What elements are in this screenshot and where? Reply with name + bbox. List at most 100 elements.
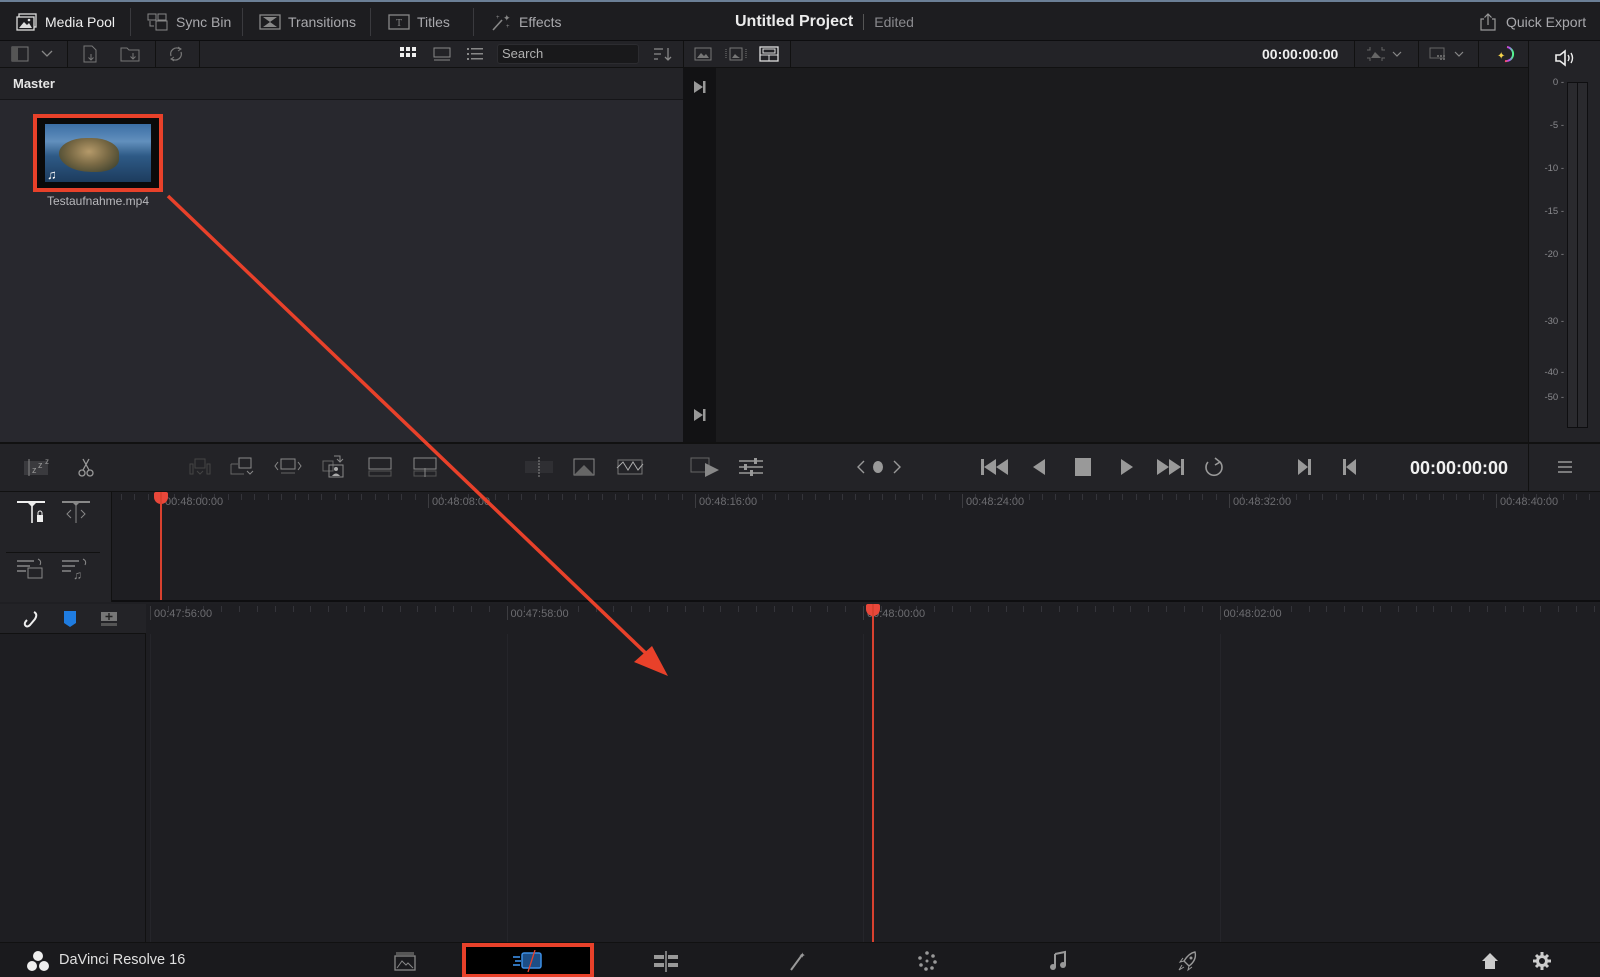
clip-thumbnail[interactable]: ♫ (33, 114, 163, 192)
safe-area-button[interactable] (723, 41, 749, 67)
split-clip-button[interactable] (71, 452, 101, 482)
page-media[interactable] (385, 943, 425, 977)
audio-only-button[interactable] (16, 558, 46, 580)
list-view-button[interactable] (463, 41, 487, 67)
tab-transitions[interactable]: Transitions (259, 2, 356, 41)
go-to-end-button-lower[interactable] (693, 408, 707, 422)
go-to-end-transport-button[interactable] (1155, 452, 1185, 482)
page-deliver[interactable] (1168, 943, 1208, 977)
ruler-minor-tick (417, 606, 419, 612)
ruler-minor-tick (267, 494, 269, 500)
panel-layout-button[interactable] (8, 41, 32, 67)
tab-sync-bin[interactable]: Sync Bin (147, 2, 231, 41)
skip-end-icon (694, 81, 706, 93)
trim-button[interactable] (61, 500, 91, 524)
stop-button[interactable] (1068, 452, 1098, 482)
playback-source-button[interactable] (688, 452, 724, 482)
snapping-button[interactable] (22, 610, 40, 628)
close-up-icon (322, 455, 344, 478)
close-up-button[interactable] (320, 452, 350, 482)
source-viewer-button[interactable] (692, 41, 714, 67)
meter-tick-label: -30 - (1544, 316, 1564, 327)
page-fairlight[interactable] (1038, 943, 1078, 977)
ripple-overwrite-button[interactable] (273, 452, 303, 482)
upper-timeline[interactable]: 00:48:00:00 00:48:08:00 00:48:16:00 00:48:2… (112, 492, 1600, 602)
place-on-top-button[interactable] (365, 452, 395, 482)
play-reverse-button[interactable] (1024, 452, 1054, 482)
image-icon (694, 47, 712, 61)
mark-out-button[interactable] (1334, 452, 1364, 482)
mark-in-button[interactable] (1290, 452, 1320, 482)
quick-export-button[interactable]: Quick Export (1477, 2, 1586, 41)
import-media-button[interactable] (78, 41, 102, 67)
ruler-minor-tick (387, 494, 389, 500)
append-button[interactable] (228, 452, 258, 482)
ruler-minor-tick (1576, 494, 1578, 500)
page-fusion[interactable]: ✦ (777, 943, 817, 977)
ruler-minor-tick (1130, 606, 1132, 612)
source-overwrite-button[interactable] (410, 452, 440, 482)
playhead-line[interactable] (872, 604, 874, 942)
go-to-end-button[interactable] (693, 80, 707, 94)
zoom-fit-dropdown[interactable] (1362, 41, 1410, 67)
tab-effects[interactable]: ✦ + + Effects (490, 2, 562, 41)
ruler-minor-tick (649, 606, 651, 612)
video-only-button[interactable]: ♫ (61, 558, 91, 580)
ruler-major-tick (1496, 494, 1497, 508)
tab-titles[interactable]: T Titles (388, 2, 450, 41)
smart-insert-button[interactable] (185, 452, 215, 482)
media-clip[interactable]: ♫ Testaufnahme.mp4 (33, 114, 163, 208)
ruler-minor-tick (588, 494, 590, 500)
sort-button[interactable] (651, 41, 675, 67)
flag-button[interactable] (63, 610, 77, 628)
options-menu-button[interactable] (1550, 452, 1580, 482)
search-input[interactable]: Search (497, 44, 639, 64)
audio-settings-button[interactable] (736, 452, 766, 482)
go-to-start-button[interactable] (980, 452, 1010, 482)
meter-tick-label: 0 - (1552, 77, 1564, 88)
bin-name[interactable]: Master (13, 76, 55, 91)
filmstrip-view-button[interactable] (430, 41, 454, 67)
page-edit[interactable] (646, 943, 686, 977)
loop-button[interactable] (1199, 452, 1229, 482)
smooth-cut-button[interactable] (615, 452, 645, 482)
ruler-minor-tick (574, 494, 576, 500)
viewer-layout-icon (759, 46, 779, 62)
lower-timeline[interactable]: 00:47:56:00 00:47:58:00 00:48:00:00 00:48:0… (146, 604, 1600, 942)
home-button[interactable] (1470, 943, 1510, 977)
volume-button[interactable] (1554, 49, 1576, 67)
ruler-minor-tick (1486, 606, 1488, 612)
next-keyframe-button[interactable] (888, 452, 906, 482)
display-mode-dropdown[interactable] (1424, 41, 1472, 67)
smart-reframe-button[interactable]: ✦ (1494, 41, 1520, 67)
tab-label: Sync Bin (176, 13, 232, 30)
color-page-icon (918, 950, 937, 971)
ruler-minor-tick (346, 606, 348, 612)
ruler-minor-tick (281, 494, 283, 500)
viewer-layout-button[interactable] (756, 41, 782, 67)
play-button[interactable] (1112, 452, 1142, 482)
timeline-gridline (150, 634, 151, 942)
edit-page-icon (654, 950, 678, 972)
smart-indicator-button[interactable]: zzz (22, 452, 56, 482)
panel-layout-dropdown[interactable] (38, 41, 56, 67)
grid-view-button[interactable] (396, 41, 420, 67)
settings-button[interactable] (1522, 943, 1562, 977)
tab-media-pool[interactable]: Media Pool (16, 2, 115, 41)
timeline-viewer[interactable] (716, 68, 1528, 442)
viewer-timecode: 00:00:00:00 (1262, 46, 1339, 62)
import-folder-button[interactable] (118, 41, 142, 67)
media-pool-area[interactable]: ♫ Testaufnahme.mp4 (0, 100, 683, 442)
cut-transition-button[interactable] (524, 452, 554, 482)
page-color[interactable] (907, 943, 947, 977)
keyframe-button[interactable] (868, 452, 888, 482)
svg-text:z: z (38, 460, 43, 470)
titles-icon: T (388, 13, 410, 31)
dissolve-button[interactable] (569, 452, 599, 482)
lock-playhead-button[interactable] (16, 500, 46, 524)
sync-button[interactable] (163, 41, 189, 67)
playhead-line[interactable] (160, 492, 162, 600)
upper-timeline-ruler[interactable]: 00:48:00:00 00:48:08:00 00:48:16:00 00:48:2… (112, 492, 1600, 510)
page-cut[interactable] (462, 943, 594, 977)
add-marker-button[interactable] (100, 610, 118, 628)
